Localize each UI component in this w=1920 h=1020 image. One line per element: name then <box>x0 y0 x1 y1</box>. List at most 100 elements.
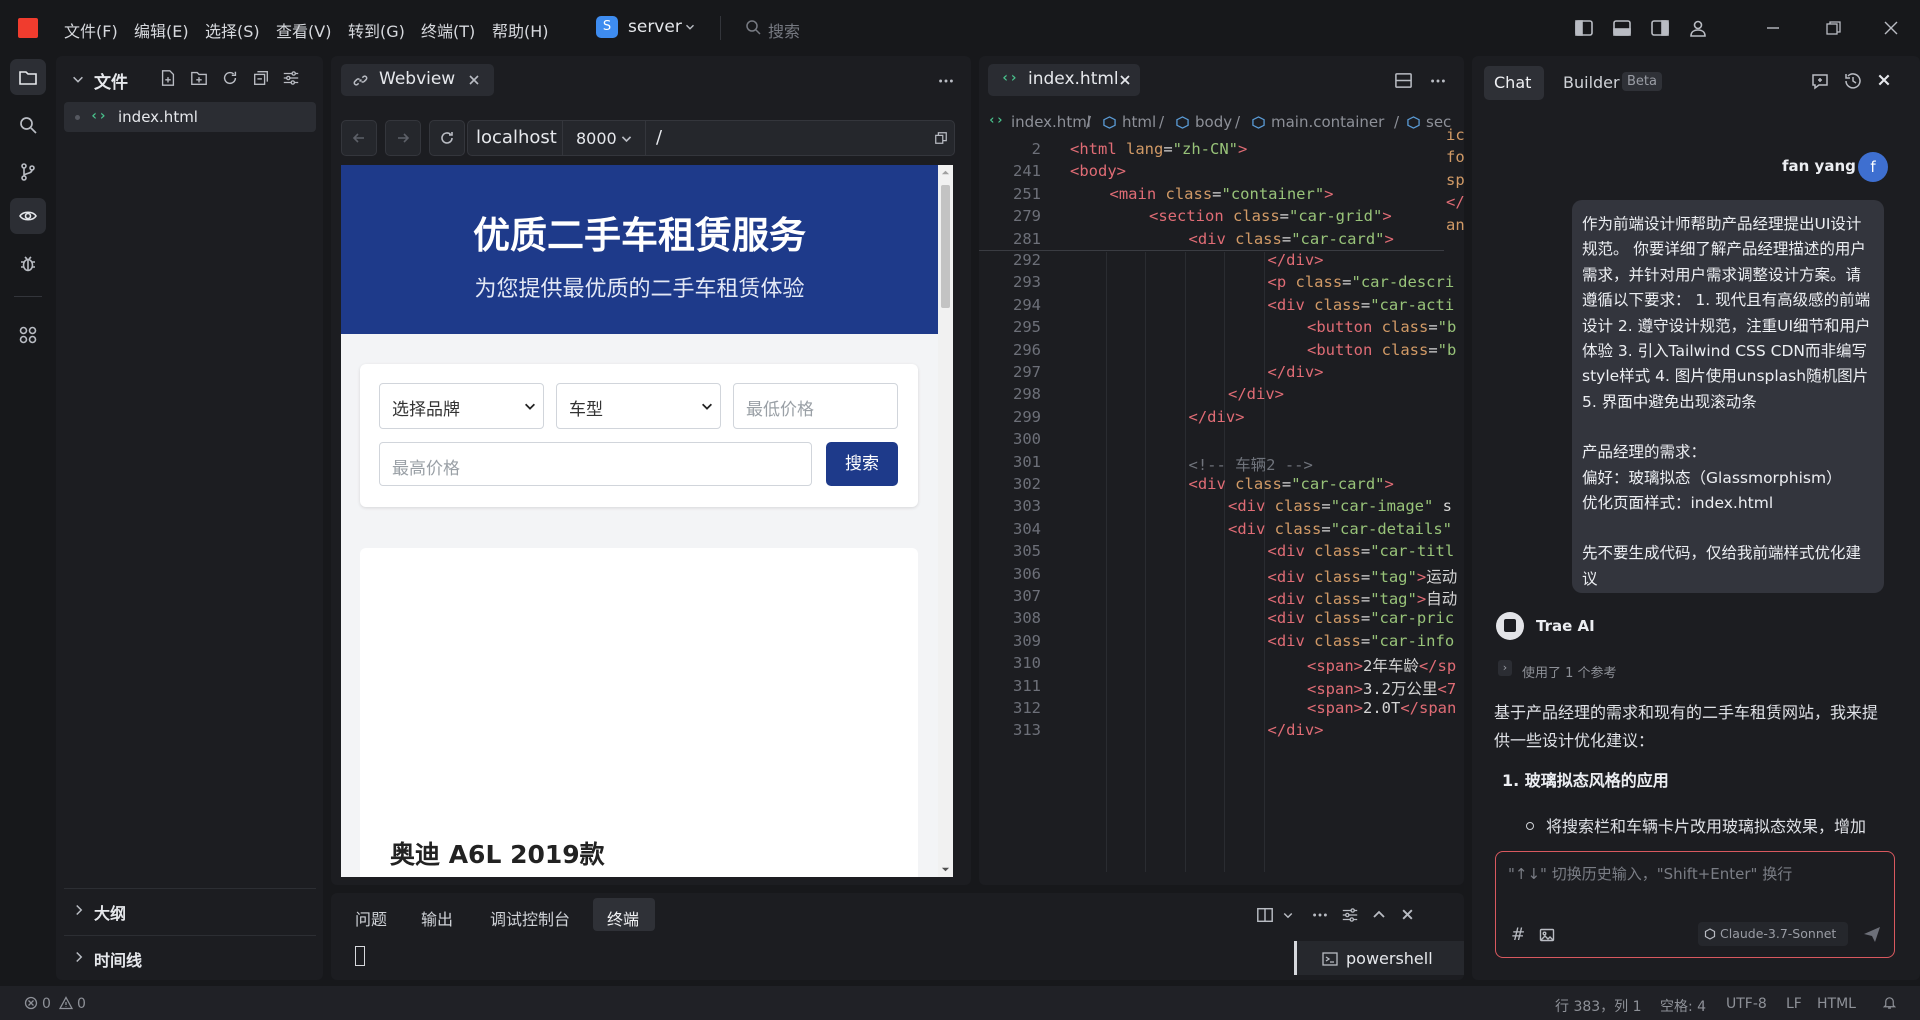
hash-icon[interactable]: # <box>1511 925 1525 945</box>
toggle-panel-icon[interactable] <box>1612 18 1632 38</box>
more-icon[interactable] <box>937 72 955 90</box>
server-badge[interactable]: S <box>596 16 618 38</box>
max-price-input[interactable]: 最高价格 <box>379 442 812 486</box>
brand-select[interactable]: 选择品牌 <box>379 383 544 429</box>
send-icon[interactable] <box>1862 924 1882 944</box>
toggle-secondary-sidebar-icon[interactable] <box>1650 18 1670 38</box>
menu-selection[interactable]: 选择(S) <box>205 18 260 42</box>
menu-terminal[interactable]: 终端(T) <box>421 18 475 42</box>
extensions-button[interactable] <box>10 317 46 353</box>
host-field[interactable]: localhost <box>476 127 557 148</box>
global-search-input[interactable]: 搜索 <box>768 18 800 42</box>
code-line[interactable]: </div> <box>1268 721 1324 739</box>
terminal-instance[interactable]: powershell <box>1294 941 1464 975</box>
code-line[interactable]: </div> <box>1228 385 1284 403</box>
code-line[interactable]: <button class="b <box>1307 341 1456 359</box>
breadcrumb-item[interactable]: index.html <box>1011 113 1091 131</box>
indentation[interactable]: 空格: 4 <box>1660 996 1706 1016</box>
reload-button[interactable] <box>429 120 465 156</box>
tab-debug-console[interactable]: 调试控制台 <box>490 906 570 930</box>
tab-webview[interactable]: Webview <box>341 64 494 96</box>
back-button[interactable] <box>341 120 377 156</box>
code-line[interactable]: <main class="container"> <box>1110 185 1334 203</box>
image-icon[interactable] <box>1539 927 1555 943</box>
webview-button[interactable] <box>10 198 46 234</box>
path-field[interactable]: / <box>656 127 662 148</box>
refresh-icon[interactable] <box>221 69 239 87</box>
breadcrumb-item[interactable]: main.container <box>1271 113 1384 131</box>
search-button[interactable]: 搜索 <box>826 442 898 486</box>
warning-icon[interactable] <box>59 996 73 1010</box>
more-icon[interactable] <box>1311 906 1329 924</box>
explorer-button[interactable] <box>10 59 46 95</box>
settings-sliders-icon[interactable] <box>282 69 300 87</box>
minimap[interactable]: ic fo sp </ an <box>1444 126 1464 266</box>
notifications-icon[interactable] <box>1882 995 1897 1010</box>
webview-viewport[interactable]: 优质二手车租赁服务 为您提供最优质的二手车租赁体验 选择品牌 车型 最低价格 最… <box>341 165 953 877</box>
settings-sliders-icon[interactable] <box>1341 906 1359 924</box>
chevron-down-icon[interactable] <box>683 20 697 34</box>
maximize-panel-icon[interactable] <box>1371 907 1387 923</box>
reference-note[interactable]: 使用了 1 个参考 <box>1522 662 1617 681</box>
new-file-icon[interactable] <box>159 69 177 87</box>
split-terminal-icon[interactable] <box>1256 906 1274 924</box>
new-folder-icon[interactable] <box>190 69 208 87</box>
code-editor[interactable]: 2 <html lang="zh-CN"> 241 <body> 251 <main cl… <box>979 134 1464 879</box>
menu-edit[interactable]: 编辑(E) <box>134 18 189 42</box>
breadcrumb-item[interactable]: body <box>1195 113 1232 131</box>
close-tab-icon[interactable] <box>468 74 480 86</box>
copy-icon[interactable] <box>934 131 948 145</box>
language-mode[interactable]: HTML <box>1817 996 1856 1012</box>
terminal-cursor[interactable] <box>355 946 365 966</box>
menu-file[interactable]: 文件(F) <box>64 18 118 42</box>
restore-icon[interactable] <box>1823 18 1843 38</box>
code-line[interactable]: <div class="car-acti <box>1268 296 1455 314</box>
code-line[interactable]: <div class="car-details" <box>1228 520 1452 538</box>
source-control-button[interactable] <box>10 154 46 190</box>
scrollbar-thumb[interactable] <box>941 185 950 308</box>
tab-output[interactable]: 输出 <box>421 906 453 930</box>
code-line[interactable]: <body> <box>1070 162 1126 180</box>
code-line[interactable]: <div class="car-titl <box>1268 542 1455 560</box>
close-icon[interactable] <box>1877 73 1891 87</box>
account-icon[interactable] <box>1688 18 1708 38</box>
cursor-position[interactable]: 行 383，列 1 <box>1555 996 1642 1016</box>
code-line[interactable]: <div class="tag">自动 <box>1268 587 1458 609</box>
history-icon[interactable] <box>1843 71 1863 91</box>
tab-problems[interactable]: 问题 <box>355 906 387 930</box>
debug-button[interactable] <box>10 246 46 282</box>
toggle-sidebar-icon[interactable] <box>1574 18 1594 38</box>
chat-input[interactable]: "↑↓" 切换历史输入，"Shift+Enter" 换行 # Claude-3.… <box>1495 851 1895 958</box>
close-window-icon[interactable] <box>1881 18 1901 38</box>
code-line[interactable]: <div class="tag">运动 <box>1268 565 1458 587</box>
code-line[interactable]: <button class="b <box>1307 318 1456 336</box>
code-line[interactable]: </div> <box>1189 408 1245 426</box>
car-card[interactable]: 奥迪 A6L 2019款 <box>360 548 918 877</box>
port-select[interactable]: 8000 <box>576 129 617 148</box>
scroll-down-icon[interactable] <box>941 865 950 874</box>
warning-count[interactable]: 0 <box>77 996 86 1012</box>
scrollbar[interactable] <box>938 165 953 877</box>
new-chat-icon[interactable] <box>1810 71 1830 91</box>
code-line[interactable]: <span>3.2万公里<7 <box>1307 677 1456 699</box>
menu-help[interactable]: 帮助(H) <box>492 18 549 42</box>
tab-builder[interactable]: Builder <box>1563 73 1620 92</box>
server-name[interactable]: server <box>628 17 682 37</box>
outline-section[interactable]: 大纲 <box>94 900 126 924</box>
scroll-up-icon[interactable] <box>941 168 950 177</box>
code-line[interactable]: <html lang="zh-CN"> <box>1070 140 1247 158</box>
model-selector[interactable]: Claude-3.7-Sonnet <box>1698 922 1848 946</box>
timeline-section[interactable]: 时间线 <box>94 947 142 971</box>
minimize-icon[interactable] <box>1763 18 1783 38</box>
code-line[interactable]: <div class="car-info <box>1268 632 1455 650</box>
address-bar[interactable]: localhost 8000 / <box>467 120 955 156</box>
code-line[interactable]: <span>2年车龄</sp <box>1307 654 1456 676</box>
menu-go[interactable]: 转到(G) <box>348 18 405 42</box>
error-icon[interactable] <box>24 996 38 1010</box>
chevron-right-icon[interactable] <box>73 951 85 963</box>
code-line[interactable]: <div class="car-card"> <box>1189 230 1394 248</box>
code-line[interactable]: <div class="car-card"> <box>1189 475 1394 493</box>
chevron-down-icon[interactable] <box>620 132 633 145</box>
tab-chat-label[interactable]: Chat <box>1494 73 1531 92</box>
code-line[interactable]: <div class="car-image" s <box>1228 497 1452 515</box>
